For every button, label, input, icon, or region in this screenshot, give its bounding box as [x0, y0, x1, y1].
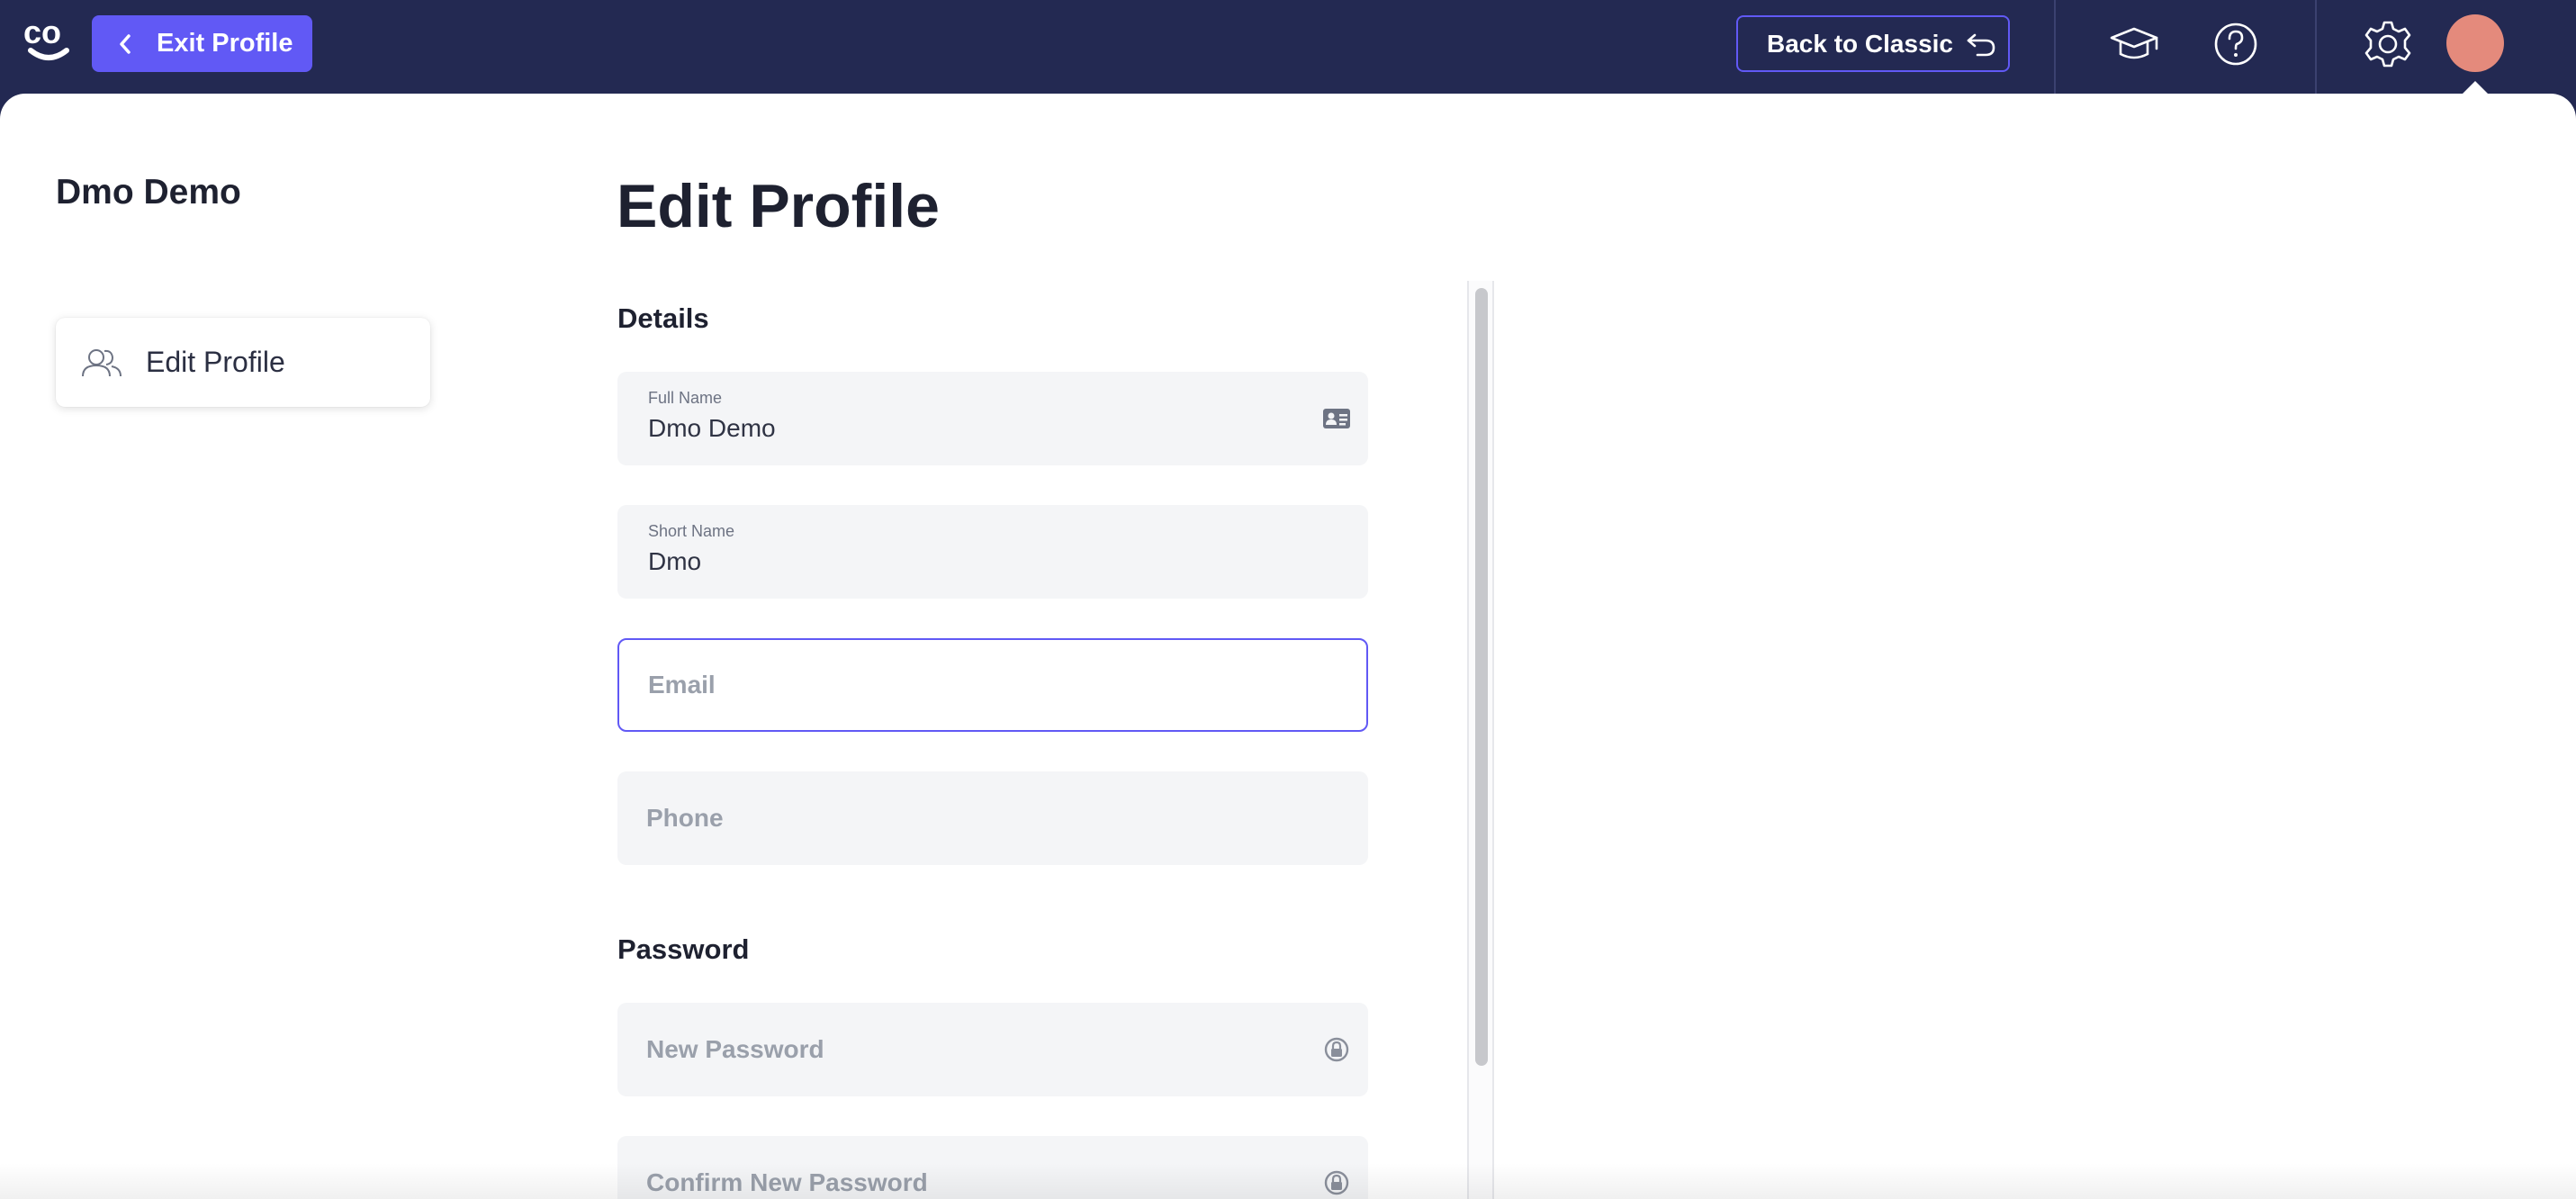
avatar-dropdown-caret	[2463, 81, 2488, 94]
new-password-field[interactable]	[617, 1003, 1368, 1096]
back-to-classic-button[interactable]: Back to Classic	[1736, 15, 2010, 72]
scrollbar-thumb[interactable]	[1475, 288, 1488, 1066]
confirm-password-field[interactable]	[617, 1136, 1368, 1199]
details-heading: Details	[617, 302, 709, 334]
scrollbar[interactable]	[1467, 281, 1494, 1199]
phone-input[interactable]	[646, 771, 1312, 865]
help-icon[interactable]	[2210, 18, 2262, 70]
svg-text:co: co	[23, 16, 61, 50]
page-title: Edit Profile	[617, 172, 940, 240]
avatar[interactable]	[2446, 14, 2504, 72]
graduation-cap-icon[interactable]	[2108, 18, 2160, 70]
sidebar-item-label: Edit Profile	[146, 346, 285, 378]
undo-arrow-icon	[1967, 33, 1995, 56]
email-input[interactable]	[648, 640, 1314, 730]
full-name-value[interactable]: Dmo Demo	[648, 414, 776, 443]
new-password-input[interactable]	[646, 1003, 1312, 1096]
full-name-field[interactable]: Full Name Dmo Demo	[617, 372, 1368, 465]
email-field[interactable]	[617, 638, 1368, 732]
lock-icon	[1324, 1037, 1349, 1062]
divider	[2315, 0, 2317, 94]
password-heading: Password	[617, 933, 750, 965]
short-name-field[interactable]: Short Name Dmo	[617, 505, 1368, 599]
people-icon	[82, 348, 122, 376]
id-card-icon	[1323, 409, 1350, 428]
divider	[2054, 0, 2056, 94]
phone-field[interactable]	[617, 771, 1368, 865]
user-name: Dmo Demo	[56, 173, 241, 212]
back-to-classic-label: Back to Classic	[1767, 29, 1953, 58]
logo: co	[23, 16, 69, 60]
confirm-password-input[interactable]	[646, 1136, 1312, 1199]
top-navigation-bar: co Exit Profile Back to Classic	[0, 0, 2576, 94]
gear-icon[interactable]	[2362, 18, 2414, 70]
sidebar-item-edit-profile[interactable]: Edit Profile	[56, 318, 430, 407]
full-name-label: Full Name	[648, 389, 723, 407]
short-name-value[interactable]: Dmo	[648, 547, 701, 576]
short-name-label: Short Name	[648, 522, 735, 540]
exit-profile-label: Exit Profile	[157, 29, 293, 58]
lock-icon	[1324, 1170, 1349, 1195]
exit-profile-button[interactable]: Exit Profile	[92, 15, 312, 72]
chevron-left-icon	[120, 33, 131, 54]
content-panel: Dmo Demo Edit Profile Edit Profile Detai…	[0, 94, 2576, 1199]
